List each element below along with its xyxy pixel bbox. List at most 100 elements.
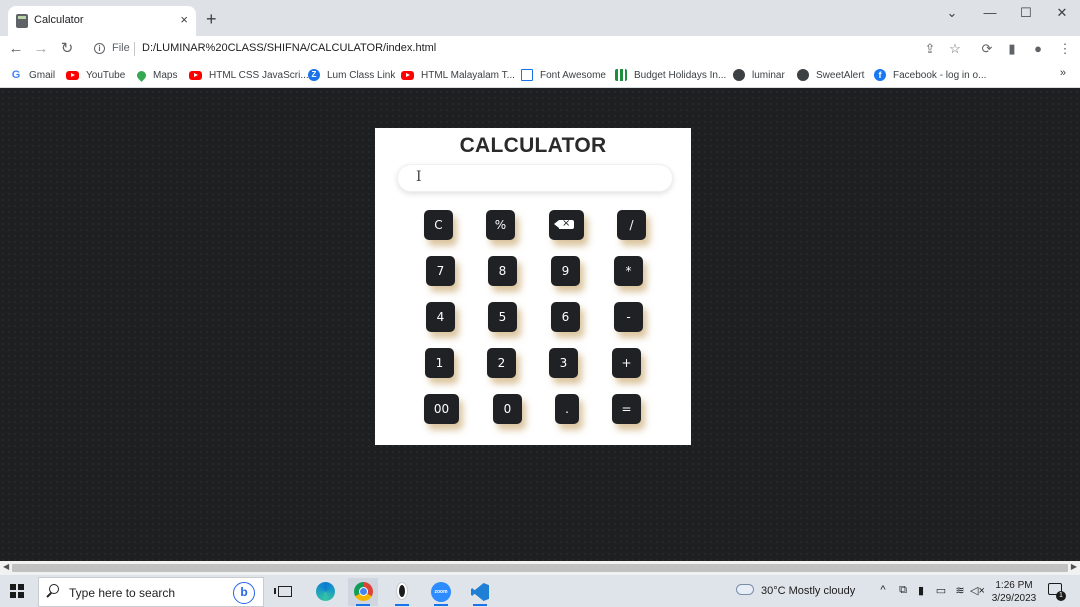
equals-button[interactable]: = — [612, 394, 641, 424]
bookmark-facebook[interactable]: f Facebook - log in o... — [874, 67, 986, 83]
zoom-icon: zoom — [431, 582, 451, 602]
bookmarks-overflow-icon[interactable]: » — [1060, 67, 1066, 79]
digit-5-button[interactable]: 5 — [488, 302, 517, 332]
bookmark-budget-holidays[interactable]: Budget Holidays In... — [615, 67, 726, 83]
battery-icon[interactable]: ▭ — [934, 584, 948, 597]
calculator-display-input[interactable]: I — [397, 164, 673, 192]
bookmark-font-awesome[interactable]: Font Awesome — [521, 67, 606, 83]
windows-taskbar: Type here to search b zoom 30°C Mostly c… — [0, 575, 1080, 607]
decimal-button[interactable]: . — [555, 394, 579, 424]
digit-8-button[interactable]: 8 — [488, 256, 517, 286]
site-info-icon[interactable]: i — [94, 43, 105, 54]
bookmark-luminar[interactable]: luminar — [733, 67, 785, 83]
tab-search-chevron-icon[interactable]: ⌄ — [938, 4, 966, 22]
bookmark-sweetalert[interactable]: SweetAlert — [797, 67, 864, 83]
add-button[interactable]: + — [612, 348, 641, 378]
digit-3-button[interactable]: 3 — [549, 348, 578, 378]
address-bar[interactable]: i File D:/LUMINAR%20CLASS/SHIFNA/CALCULA… — [86, 37, 966, 61]
back-button[interactable]: ← — [6, 39, 26, 59]
zoom-icon: Z — [308, 69, 320, 81]
system-clock[interactable]: 1:26 PM 3/29/2023 — [990, 579, 1038, 605]
weather-text[interactable]: 30°C Mostly cloudy — [761, 585, 855, 597]
bing-icon[interactable]: b — [233, 582, 255, 604]
scroll-right-arrow-icon[interactable]: ▶ — [1071, 562, 1077, 571]
bookmark-label: luminar — [752, 69, 785, 81]
bookmark-label: HTML CSS JavaScri... — [209, 69, 309, 81]
task-view-button[interactable] — [270, 578, 300, 606]
maximize-button[interactable]: ☐ — [1012, 4, 1040, 22]
multiply-button[interactable]: * — [614, 256, 643, 286]
taskbar-chrome[interactable] — [348, 578, 378, 606]
chart-icon — [615, 69, 627, 81]
digit-2-button[interactable]: 2 — [487, 348, 516, 378]
share-icon[interactable]: ⇪ — [921, 40, 939, 58]
clear-button[interactable]: C — [424, 210, 453, 240]
url-text[interactable]: D:/LUMINAR%20CLASS/SHIFNA/CALCULATOR/ind… — [142, 42, 436, 54]
youtube-icon — [189, 70, 202, 80]
digit-6-button[interactable]: 6 — [551, 302, 580, 332]
windows-start-icon[interactable] — [10, 584, 24, 598]
forward-button[interactable]: → — [31, 39, 51, 59]
digit-1-button[interactable]: 1 — [425, 348, 454, 378]
divide-button[interactable]: / — [617, 210, 646, 240]
tray-overflow-chevron-icon[interactable]: ^ — [876, 584, 890, 596]
page-viewport: CALCULATOR I C % / 7 8 9 * 4 5 6 - 1 2 3… — [0, 89, 1080, 561]
omnibox-divider — [134, 42, 135, 56]
backspace-icon — [554, 216, 574, 232]
taskbar-inkscape[interactable] — [387, 578, 417, 606]
text-cursor-icon: I — [416, 169, 422, 185]
taskbar-zoom[interactable]: zoom — [426, 578, 456, 606]
bookmark-lum-class-link[interactable]: Z Lum Class Link — [308, 67, 395, 83]
bookmark-star-icon[interactable]: ☆ — [946, 40, 964, 58]
calculator-card: CALCULATOR I C % / 7 8 9 * 4 5 6 - 1 2 3… — [375, 128, 691, 445]
taskbar-edge[interactable] — [310, 578, 340, 606]
menu-kebab-icon[interactable]: ⋮ — [1056, 40, 1074, 58]
digit-4-button[interactable]: 4 — [426, 302, 455, 332]
double-zero-button[interactable]: 00 — [424, 394, 459, 424]
scrollbar-thumb[interactable] — [12, 564, 1068, 572]
scroll-left-arrow-icon[interactable]: ◀ — [3, 562, 9, 571]
minimize-button[interactable]: — — [976, 4, 1004, 22]
digit-9-button[interactable]: 9 — [551, 256, 580, 286]
extensions-icon[interactable]: ⟳ — [978, 40, 996, 58]
calculator-favicon-icon — [16, 14, 28, 28]
close-window-button[interactable]: ✕ — [1048, 4, 1076, 22]
side-panel-icon[interactable]: ▮ — [1003, 40, 1021, 58]
volume-muted-icon[interactable]: ◁× — [970, 584, 985, 597]
youtube-icon — [401, 70, 414, 80]
digit-0-button[interactable]: 0 — [493, 394, 522, 424]
youtube-icon — [66, 70, 79, 80]
tab-calculator[interactable]: Calculator × — [8, 6, 196, 36]
bookmark-label: Budget Holidays In... — [634, 69, 727, 81]
percent-button[interactable]: % — [486, 210, 515, 240]
maps-icon — [135, 68, 148, 82]
flag-icon — [521, 69, 533, 81]
bookmark-html-malayalam[interactable]: HTML Malayalam T... — [401, 67, 515, 83]
vscode-icon — [471, 583, 489, 601]
bookmark-youtube[interactable]: YouTube — [66, 67, 125, 83]
reload-button[interactable]: ↻ — [57, 39, 77, 59]
profile-avatar-icon[interactable]: ● — [1029, 40, 1047, 58]
microphone-icon[interactable]: ▮ — [914, 584, 928, 597]
inkscape-icon — [396, 582, 408, 600]
digit-7-button[interactable]: 7 — [426, 256, 455, 286]
notifications-badge: 1 — [1056, 591, 1066, 601]
new-tab-button[interactable]: + — [206, 10, 217, 28]
subtract-button[interactable]: - — [614, 302, 643, 332]
meet-now-icon[interactable]: ⧉ — [896, 584, 910, 597]
bookmark-html-css-javascript[interactable]: HTML CSS JavaScri... — [189, 67, 309, 83]
bookmark-gmail[interactable]: G Gmail — [10, 67, 55, 83]
search-icon — [49, 584, 59, 594]
horizontal-scrollbar[interactable]: ◀ ▶ — [0, 561, 1080, 575]
facebook-icon: f — [874, 69, 886, 81]
network-icon[interactable]: ≋ — [953, 584, 967, 597]
backspace-button[interactable] — [549, 210, 584, 240]
clock-date: 3/29/2023 — [991, 593, 1037, 604]
bookmark-label: Font Awesome — [540, 69, 606, 81]
taskbar-search-box[interactable]: Type here to search b — [38, 577, 264, 607]
bookmark-maps[interactable]: Maps — [135, 67, 177, 83]
bookmark-label: Gmail — [29, 69, 56, 81]
weather-cloud-icon[interactable] — [734, 580, 754, 595]
taskbar-vscode[interactable] — [465, 578, 495, 606]
tab-close-icon[interactable]: × — [180, 12, 188, 28]
